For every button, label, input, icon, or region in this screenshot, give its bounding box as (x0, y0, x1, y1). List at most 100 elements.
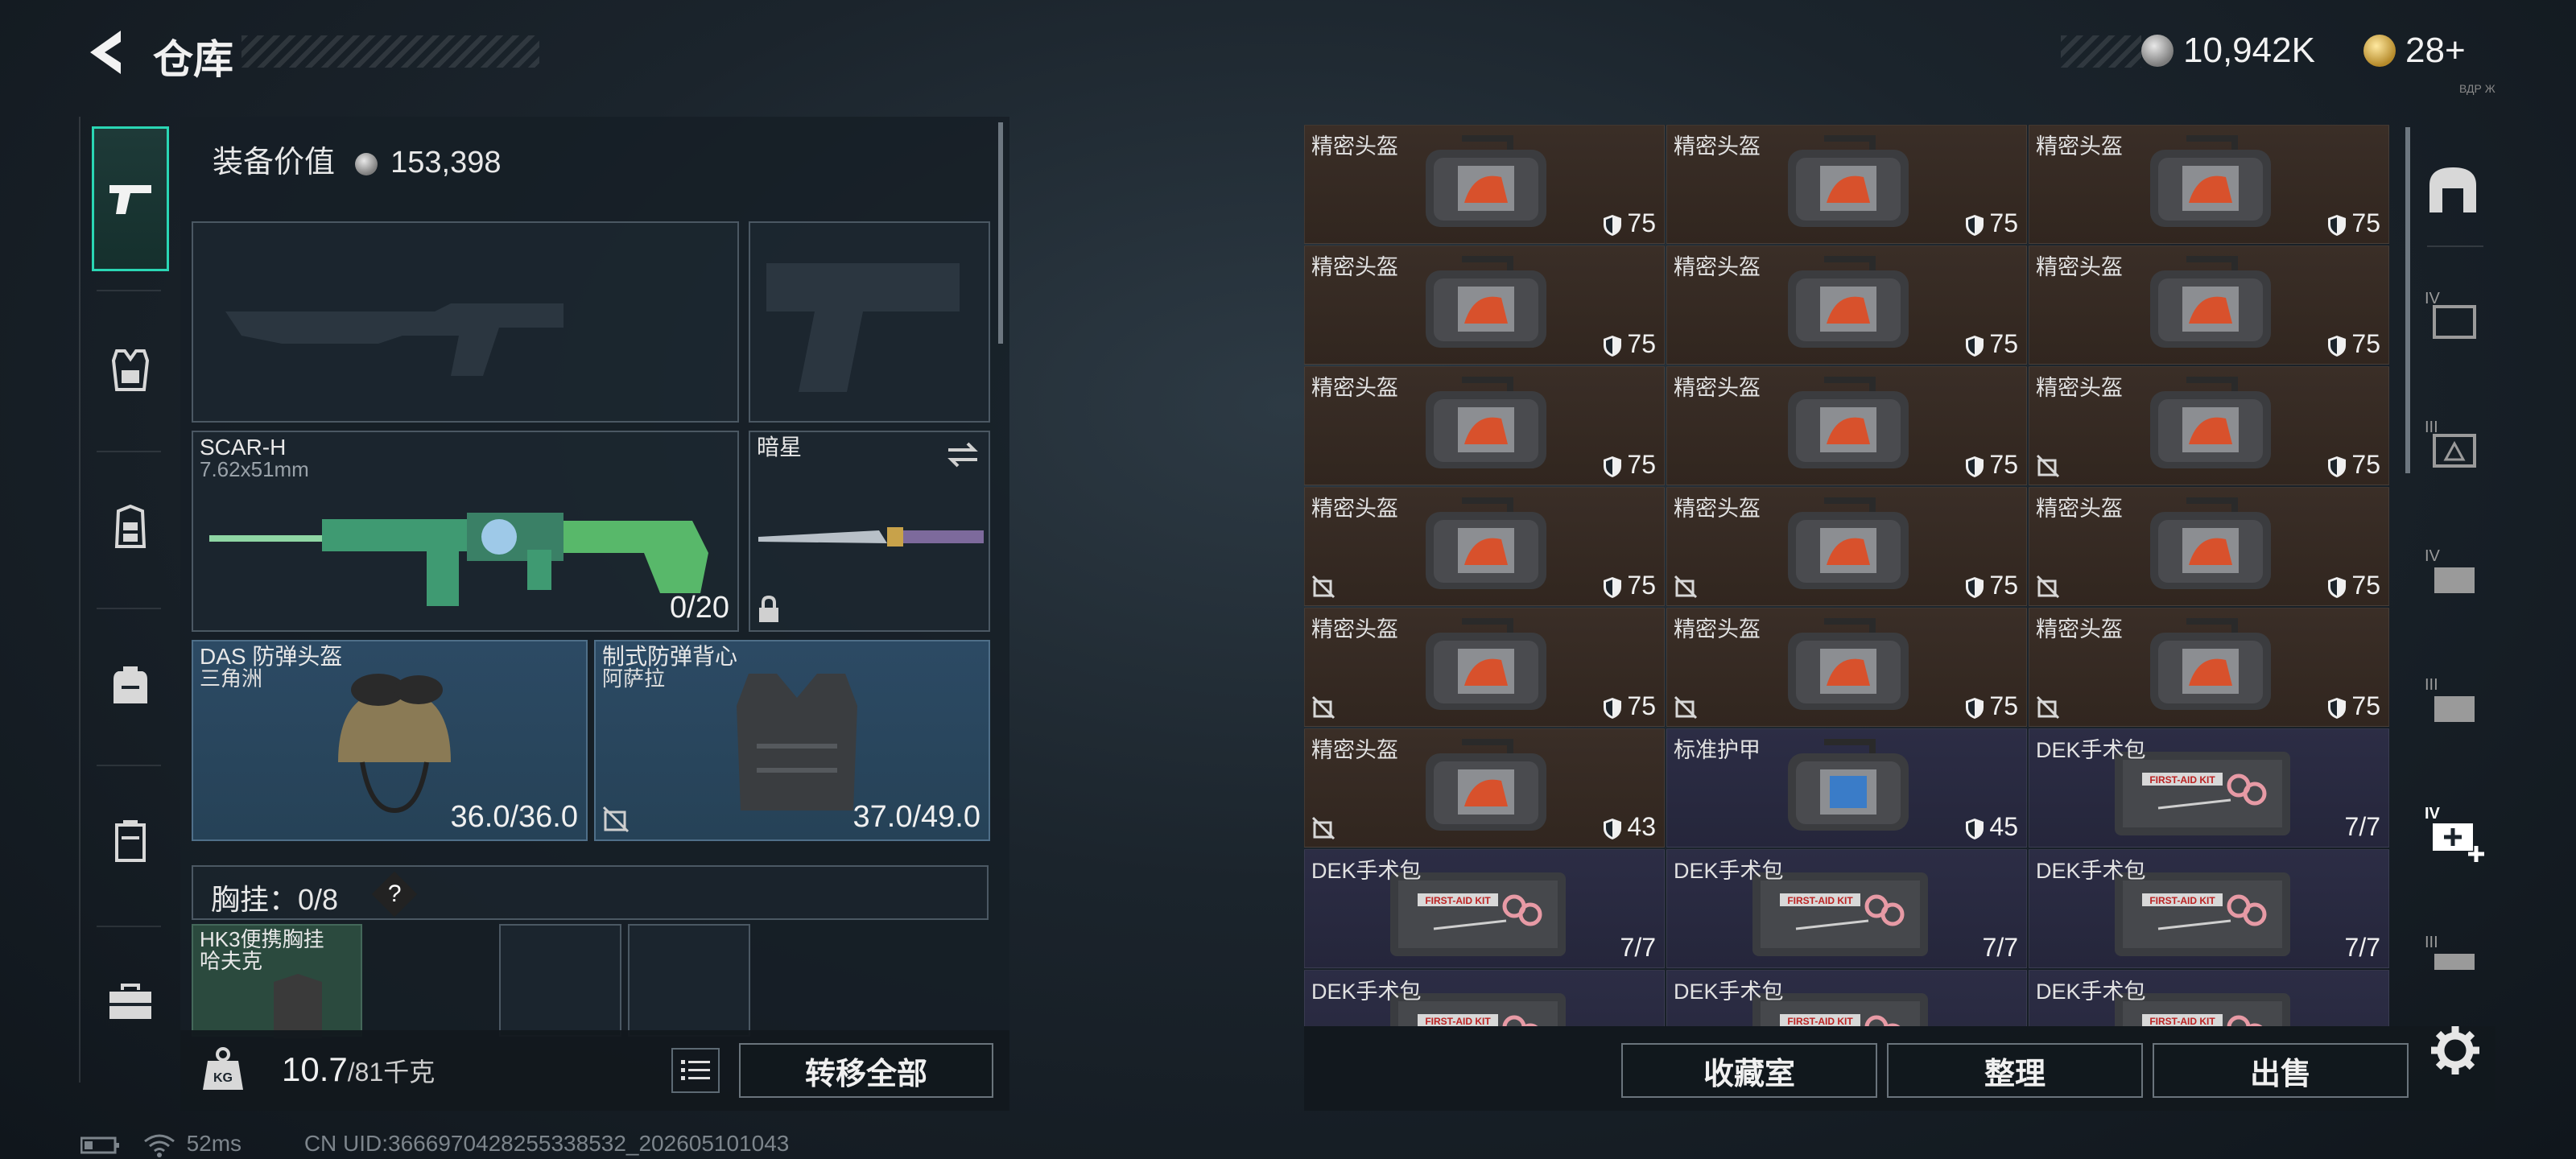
pistol-silhouette-icon (766, 263, 960, 392)
transfer-all-button[interactable]: 转移全部 (739, 1043, 993, 1098)
secondary-weapon-slot[interactable] (192, 221, 739, 423)
inventory-item[interactable]: 精密头盔 75 (2029, 608, 2389, 727)
settings-button[interactable] (2427, 1022, 2483, 1079)
inventory-item[interactable]: 精密头盔 75 (1304, 608, 1665, 727)
sell-button[interactable]: 出售 (2153, 1043, 2409, 1098)
svg-text:FIRST-AID KIT: FIRST-AID KIT (1425, 895, 1491, 906)
item-value-text: 43 (1627, 812, 1656, 841)
chest-rig-item[interactable]: HK3便携胸挂 哈夫克 (192, 924, 362, 1038)
helmet-name: DAS 防弹头盔 (200, 644, 343, 669)
item-name: 精密头盔 (2036, 617, 2123, 641)
loadout-scrollbar[interactable] (998, 122, 1003, 344)
container-icon (115, 820, 146, 862)
inventory-item[interactable]: 精密头盔 75 (1666, 366, 2027, 485)
inventory-item[interactable]: FIRST-AID KIT DEK手术包 7/7 (1304, 849, 1665, 968)
tab-separator (2427, 245, 2483, 247)
add-storage-icon: IV (2425, 805, 2484, 862)
inventory-item[interactable]: 精密头盔 75 (1666, 487, 2027, 606)
svg-text:IV: IV (2425, 805, 2441, 823)
inventory-item[interactable]: 精密头盔 75 (1304, 245, 1665, 365)
inventory-item[interactable]: FIRST-AID KIT DEK手术包 (1304, 970, 1665, 1026)
nav-separator (97, 608, 161, 609)
helmet-durability: 36.0/36.0 (450, 800, 578, 834)
helmet-slot[interactable]: DAS 防弹头盔 三角洲 36.0/36.0 (192, 640, 588, 841)
storage-tab-iii-c[interactable]: III (2425, 930, 2481, 986)
inventory-item[interactable]: 精密头盔 43 (1304, 728, 1665, 848)
item-value: 75 (1603, 329, 1656, 359)
item-name: 精密头盔 (2036, 376, 2123, 400)
storage-tab-iv[interactable]: IV (2425, 286, 2481, 342)
nav-container[interactable] (92, 769, 169, 914)
no-sale-icon (602, 806, 630, 833)
armor-slot[interactable]: 制式防弹背心 阿萨拉 37.0/49.0 (594, 640, 990, 841)
nav-toolbox[interactable] (92, 930, 169, 1074)
sort-button[interactable]: 整理 (1887, 1043, 2143, 1098)
inventory-item[interactable]: 标准护甲 45 (1666, 728, 2027, 848)
inventory-item[interactable]: 精密头盔 75 (2029, 245, 2389, 365)
inventory-item[interactable]: 精密头盔 75 (1666, 125, 2027, 244)
shield-icon (1966, 456, 1984, 477)
helmet-bag-image (1426, 377, 1546, 468)
wifi-icon (143, 1134, 175, 1157)
item-value-text: 75 (2351, 329, 2380, 358)
item-value: 7/7 (1620, 933, 1656, 963)
storage-tab-iii[interactable]: III (2425, 415, 2481, 471)
inventory-item[interactable]: 精密头盔 75 (1304, 487, 1665, 606)
shield-icon (1966, 335, 1984, 357)
ping-text: 52ms (186, 1131, 242, 1156)
inventory-item[interactable]: FIRST-AID KIT DEK手术包 7/7 (2029, 849, 2389, 968)
currency-silver[interactable]: 10,942K (2141, 31, 2315, 71)
svg-text:III: III (2425, 676, 2438, 694)
storage-tab-add[interactable]: IV (2425, 801, 2484, 862)
collection-room-button[interactable]: 收藏室 (1621, 1043, 1877, 1098)
swap-icon[interactable] (945, 440, 980, 469)
storage-tab-iii-b[interactable]: III (2425, 672, 2481, 728)
version-tag: ВДР Ж (2459, 82, 2496, 95)
melee-slot[interactable]: 暗星 (749, 431, 990, 632)
silver-coin-icon (2141, 35, 2174, 67)
inventory-item[interactable]: 精密头盔 75 (1304, 366, 1665, 485)
nav-armor[interactable] (92, 298, 169, 443)
weight-icon: KG (203, 1047, 243, 1090)
currency-gold[interactable]: 28+ (2363, 31, 2466, 71)
inventory-item[interactable]: FIRST-AID KIT DEK手术包 7/7 (1666, 849, 2027, 968)
nav-separator (97, 765, 161, 766)
back-button[interactable] (80, 24, 129, 80)
storage-tabs: IV III IV III IV III (2407, 121, 2496, 1022)
item-name: DEK手术包 (1311, 980, 1422, 1004)
sidearm-slot[interactable] (749, 221, 990, 423)
item-value-text: 75 (2351, 571, 2380, 600)
item-value: 75 (1965, 691, 2018, 721)
chest-item-name: HK3便携胸挂 (200, 927, 324, 951)
inventory-item[interactable]: 精密头盔 75 (1666, 608, 2027, 727)
nav-rig[interactable] (92, 455, 169, 600)
storage-iii-icon: III (2425, 419, 2476, 468)
svg-text:FIRST-AID KIT: FIRST-AID KIT (1425, 1016, 1491, 1026)
inventory-item[interactable]: 精密头盔 75 (2029, 366, 2389, 485)
chest-rig-slot-empty[interactable] (628, 924, 750, 1037)
item-name: 精密头盔 (1674, 497, 1761, 521)
list-view-button[interactable] (671, 1048, 720, 1093)
inventory-item[interactable]: 精密头盔 75 (1304, 125, 1665, 244)
nav-backpack[interactable] (92, 612, 169, 757)
helmet-bag-image (1788, 377, 1909, 468)
item-value-text: 75 (1627, 691, 1656, 720)
primary-weapon-slot[interactable]: SCAR-H 7.62x51mm 0/20 (192, 431, 739, 632)
storage-tab-iv-b[interactable]: IV (2425, 543, 2481, 600)
item-value: 75 (2327, 571, 2380, 600)
inventory-item[interactable]: 精密头盔 75 (2029, 125, 2389, 244)
inventory-item[interactable]: 精密头盔 75 (1666, 245, 2027, 365)
item-value-text: 75 (2351, 450, 2380, 479)
inventory-item[interactable]: FIRST-AID KIT DEK手术包 (1666, 970, 2027, 1026)
storage-tab-home[interactable] (2425, 161, 2481, 217)
item-value: 43 (1603, 812, 1656, 842)
equipment-value-amount: 153,398 (390, 146, 502, 179)
help-button[interactable]: ? (371, 871, 418, 918)
chest-rig-slot-empty[interactable] (499, 924, 621, 1037)
item-name: 精密头盔 (1311, 738, 1398, 762)
item-value-text: 75 (1989, 329, 2018, 358)
nav-firearms[interactable] (92, 126, 169, 271)
inventory-item[interactable]: 精密头盔 75 (2029, 487, 2389, 606)
inventory-item[interactable]: FIRST-AID KIT DEK手术包 7/7 (2029, 728, 2389, 848)
inventory-item[interactable]: FIRST-AID KIT DEK手术包 (2029, 970, 2389, 1026)
